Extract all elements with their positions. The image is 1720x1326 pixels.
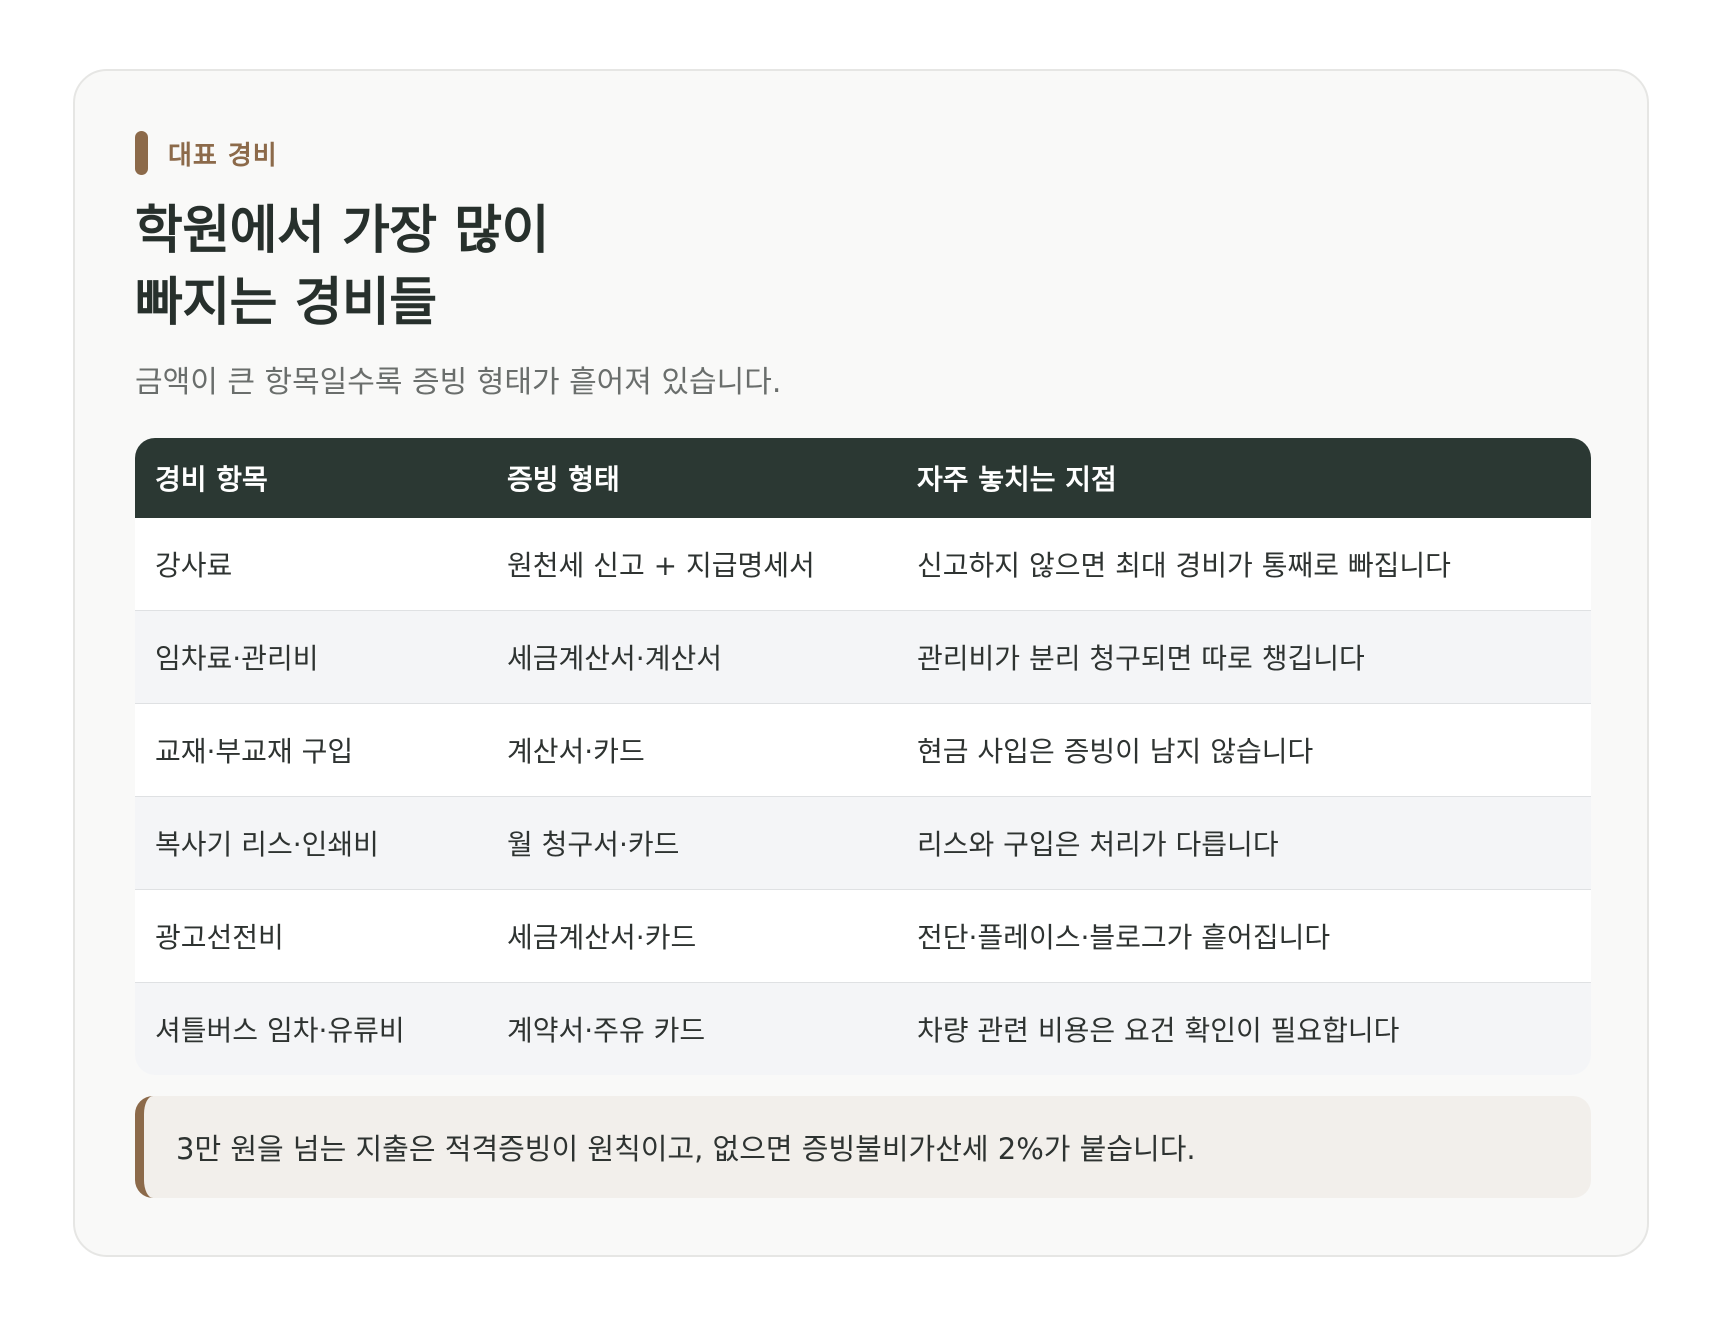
cell-expense-item: 복사기 리스·인쇄비 <box>155 828 379 861</box>
cell-expense-item: 광고선전비 <box>155 921 284 954</box>
title-line-1: 학원에서 가장 많이 <box>135 201 549 261</box>
cell-expense-item: 셔틀버스 임차·유류비 <box>155 1014 405 1047</box>
card-inner: 대표 경비 학원에서 가장 많이 빠지는 경비들 금액이 큰 항목일수록 증빙 … <box>135 131 1591 1198</box>
table-row: 광고선전비 세금계산서·카드 전단·플레이스·블로그가 흩어집니다 <box>135 889 1591 982</box>
cell-common-miss: 관리비가 분리 청구되면 따로 챙깁니다 <box>917 642 1365 675</box>
header-evidence-type: 증빙 형태 <box>507 463 620 496</box>
cell-evidence-type: 계산서·카드 <box>507 735 645 768</box>
cell-common-miss: 현금 사입은 증빙이 남지 않습니다 <box>917 735 1314 768</box>
cell-evidence-type: 세금계산서·카드 <box>507 921 697 954</box>
cell-evidence-type: 계약서·주유 카드 <box>507 1014 706 1047</box>
callout-note: 3만 원을 넘는 지출은 적격증빙이 원칙이고, 없으면 증빙불비가산세 2%가… <box>135 1096 1591 1198</box>
table-header: 경비 항목 증빙 형태 자주 놓치는 지점 <box>135 438 1591 518</box>
cell-evidence-type: 월 청구서·카드 <box>507 828 680 861</box>
header-expense-item: 경비 항목 <box>155 463 268 496</box>
cell-evidence-type: 원천세 신고 + 지급명세서 <box>507 549 815 582</box>
cell-common-miss: 전단·플레이스·블로그가 흩어집니다 <box>917 921 1331 954</box>
cell-expense-item: 임차료·관리비 <box>155 642 319 675</box>
tag-accent-bar <box>135 131 148 175</box>
cell-expense-item: 교재·부교재 구입 <box>155 735 354 768</box>
title-line-2: 빠지는 경비들 <box>135 273 437 333</box>
table-body: 강사료 원천세 신고 + 지급명세서 신고하지 않으면 최대 경비가 통째로 빠… <box>135 518 1591 1075</box>
cell-evidence-type: 세금계산서·계산서 <box>507 642 722 675</box>
cell-common-miss: 리스와 구입은 처리가 다릅니다 <box>917 828 1279 861</box>
table-row: 임차료·관리비 세금계산서·계산서 관리비가 분리 청구되면 따로 챙깁니다 <box>135 610 1591 703</box>
content-card: 대표 경비 학원에서 가장 많이 빠지는 경비들 금액이 큰 항목일수록 증빙 … <box>73 69 1649 1257</box>
cell-expense-item: 강사료 <box>155 549 233 582</box>
cell-common-miss: 신고하지 않으면 최대 경비가 통째로 빠집니다 <box>917 549 1451 582</box>
table-row: 강사료 원천세 신고 + 지급명세서 신고하지 않으면 최대 경비가 통째로 빠… <box>135 518 1591 610</box>
expense-table: 경비 항목 증빙 형태 자주 놓치는 지점 강사료 원천세 신고 + 지급명세서… <box>135 438 1591 1075</box>
callout-note-text: 3만 원을 넘는 지출은 적격증빙이 원칙이고, 없으면 증빙불비가산세 2%가… <box>176 1132 1196 1166</box>
table-row: 복사기 리스·인쇄비 월 청구서·카드 리스와 구입은 처리가 다릅니다 <box>135 796 1591 889</box>
section-tag: 대표 경비 <box>135 131 1591 175</box>
table-row: 교재·부교재 구입 계산서·카드 현금 사입은 증빙이 남지 않습니다 <box>135 703 1591 796</box>
header-common-misses: 자주 놓치는 지점 <box>917 463 1117 496</box>
section-tag-label: 대표 경비 <box>168 140 278 171</box>
page-subtitle: 금액이 큰 항목일수록 증빙 형태가 흩어져 있습니다. <box>135 365 782 400</box>
cell-common-miss: 차량 관련 비용은 요건 확인이 필요합니다 <box>917 1014 1400 1047</box>
table-row: 셔틀버스 임차·유류비 계약서·주유 카드 차량 관련 비용은 요건 확인이 필… <box>135 982 1591 1075</box>
page-title: 학원에서 가장 많이 빠지는 경비들 <box>135 195 1591 339</box>
